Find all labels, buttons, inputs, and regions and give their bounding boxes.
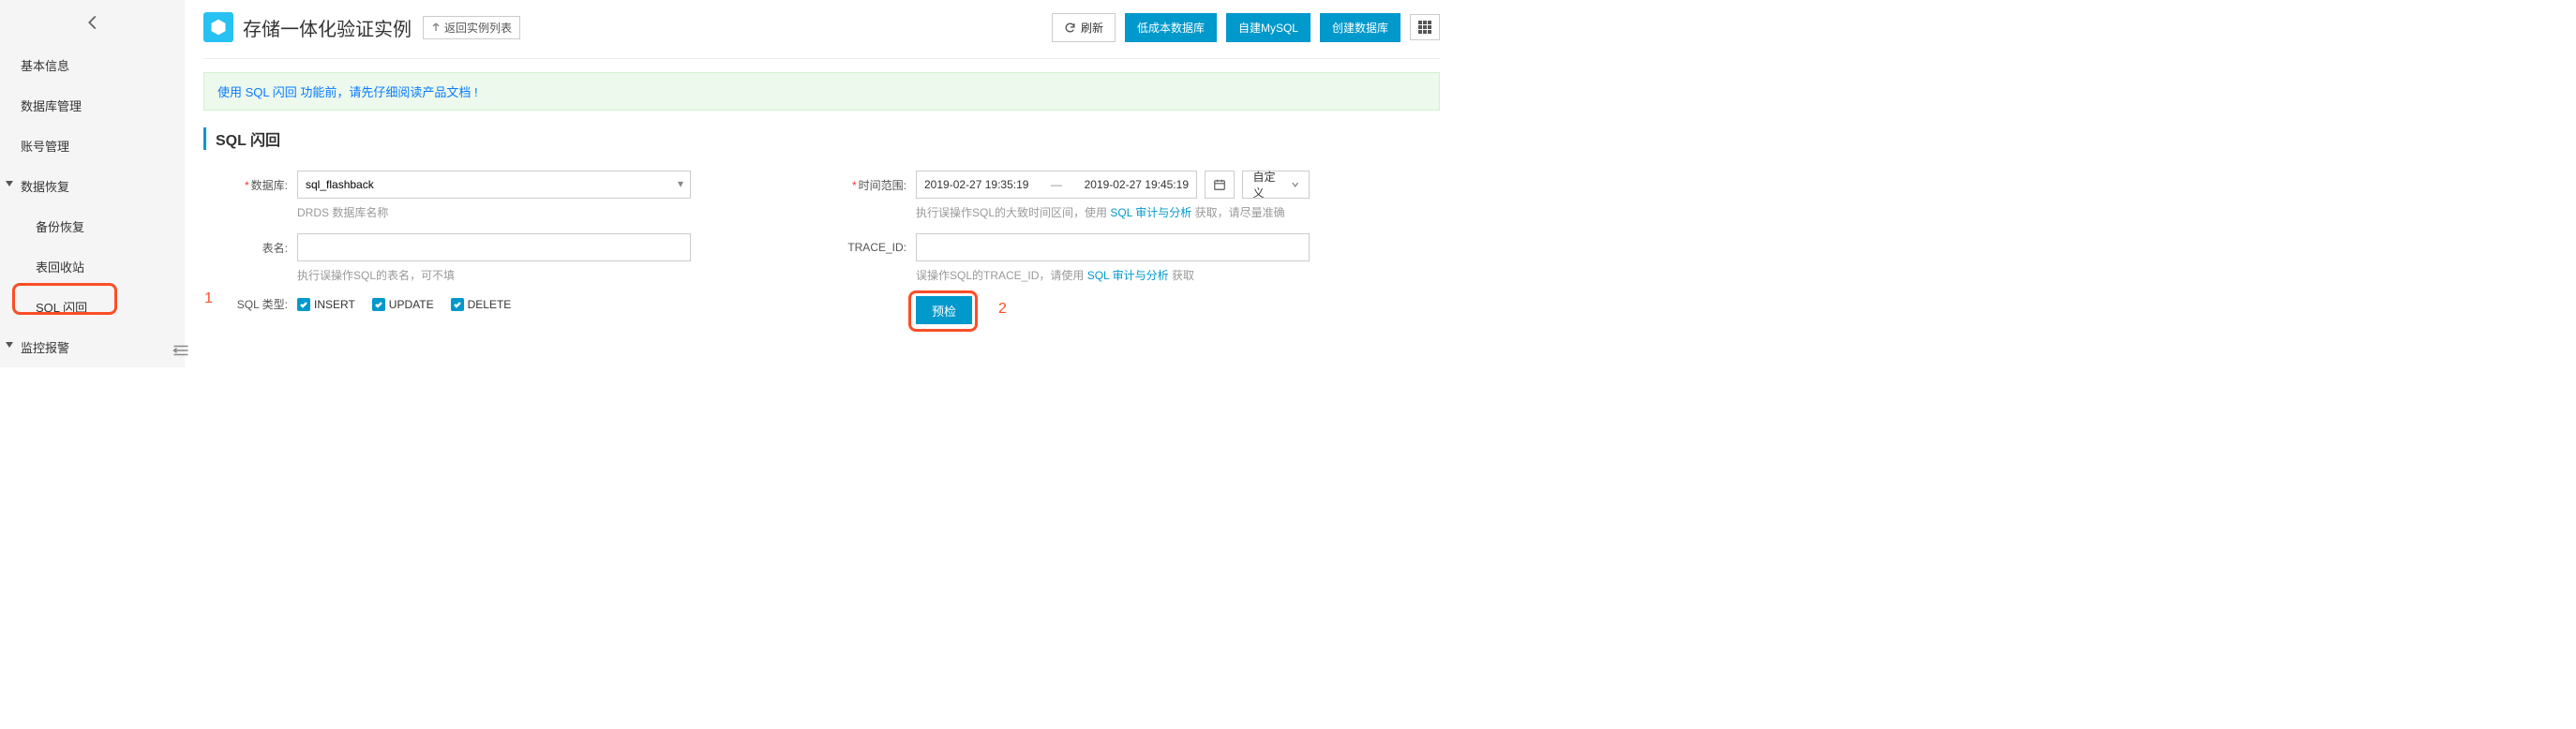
sql-type-delete-checkbox[interactable]: DELETE <box>451 298 512 311</box>
header-divider <box>203 58 1440 59</box>
trace-id-label: TRACE_ID: <box>822 241 916 254</box>
page-header: 存储一体化验证实例 返回实例列表 刷新 低成本数据库 自建MySQL 创建数据库 <box>203 4 1440 51</box>
sql-type-label: SQL 类型: <box>203 296 297 312</box>
grid-view-button[interactable] <box>1410 14 1440 40</box>
time-to: 2019-02-27 19:45:19 <box>1085 178 1189 191</box>
sidebar-item-account-manage[interactable]: 账号管理 <box>0 126 185 166</box>
info-notice: 使用 SQL 闪回 功能前，请先仔细阅读产品文档 ! <box>203 72 1440 111</box>
product-logo <box>203 12 233 42</box>
calendar-button[interactable] <box>1205 171 1235 199</box>
time-range-hint: 执行误操作SQL的大致时间区间，使用 SQL 审计与分析 获取，请尽量准确 <box>916 204 1310 220</box>
sidebar-group-monitor[interactable]: 监控报警 <box>0 327 185 367</box>
section-title: SQL 闪回 <box>203 127 1440 150</box>
chevron-down-icon <box>1291 180 1299 189</box>
sidebar-group-label: 监控报警 <box>21 341 69 355</box>
self-mysql-button[interactable]: 自建MySQL <box>1226 13 1310 42</box>
sidebar: 基本信息 数据库管理 账号管理 数据恢复 备份恢复 表回收站 SQL 闪回 1 … <box>0 0 185 367</box>
back-to-list-button[interactable]: 返回实例列表 <box>423 16 520 39</box>
sidebar-item-label: 备份恢复 <box>36 220 84 234</box>
refresh-icon <box>1064 22 1076 34</box>
lowcost-db-button[interactable]: 低成本数据库 <box>1125 13 1217 42</box>
precheck-button[interactable]: 预检 <box>916 296 972 324</box>
sql-audit-link-1[interactable]: SQL 审计与分析 <box>1110 206 1191 219</box>
sidebar-item-basic-info[interactable]: 基本信息 <box>0 45 185 85</box>
sidebar-item-label: 数据库管理 <box>21 99 82 113</box>
sidebar-item-table-recycle[interactable]: 表回收站 <box>0 246 185 287</box>
annotation-number-1: 1 <box>204 290 213 307</box>
sidebar-collapse-handle[interactable] <box>172 344 189 360</box>
cube-icon <box>209 18 228 37</box>
time-range-label: *时间范围: <box>822 177 916 193</box>
grid-icon <box>1418 21 1431 34</box>
sidebar-item-label: 基本信息 <box>21 59 69 73</box>
sidebar-item-sql-flashback[interactable]: SQL 闪回 1 <box>0 287 185 327</box>
trace-id-hint: 误操作SQL的TRACE_ID，请使用 SQL 审计与分析 获取 <box>916 267 1310 283</box>
sidebar-item-label: 账号管理 <box>21 140 69 154</box>
table-label: 表名: <box>203 240 297 256</box>
time-from: 2019-02-27 19:35:19 <box>924 178 1028 191</box>
time-dash: — <box>1051 178 1062 191</box>
sidebar-item-label: SQL 闪回 <box>36 301 87 315</box>
table-hint: 执行误操作SQL的表名，可不填 <box>297 267 691 283</box>
sql-type-insert-checkbox[interactable]: INSERT <box>297 298 355 311</box>
database-select[interactable]: sql_flashback <box>297 171 691 199</box>
trace-id-input[interactable] <box>916 233 1310 261</box>
refresh-button[interactable]: 刷新 <box>1052 13 1116 42</box>
sidebar-group-label: 数据恢复 <box>21 180 69 194</box>
page-title: 存储一体化验证实例 <box>243 14 412 41</box>
sidebar-item-label: 表回收站 <box>36 260 84 275</box>
back-button[interactable] <box>0 0 185 45</box>
database-hint: DRDS 数据库名称 <box>297 204 691 220</box>
back-to-list-label: 返回实例列表 <box>444 20 512 36</box>
sidebar-group-data-recover[interactable]: 数据恢复 <box>0 166 185 206</box>
chevron-left-icon <box>84 14 101 31</box>
refresh-label: 刷新 <box>1081 20 1103 36</box>
time-preset-select[interactable]: 自定义 <box>1242 171 1310 199</box>
caret-down-icon <box>6 181 13 186</box>
time-range-input[interactable]: 2019-02-27 19:35:19 — 2019-02-27 19:45:1… <box>916 171 1197 199</box>
database-label: *数据库: <box>203 177 297 193</box>
caret-down-icon <box>6 342 13 348</box>
sidebar-item-backup-restore[interactable]: 备份恢复 <box>0 206 185 246</box>
notice-text: 使用 SQL 闪回 功能前，请先仔细阅读产品文档 ! <box>217 85 478 99</box>
collapse-icon <box>172 344 189 357</box>
up-arrow-icon <box>431 22 441 32</box>
annotation-number-2: 2 <box>998 301 1007 318</box>
sidebar-item-db-manage[interactable]: 数据库管理 <box>0 85 185 126</box>
calendar-icon <box>1213 178 1226 191</box>
table-input[interactable] <box>297 233 691 261</box>
sql-type-update-checkbox[interactable]: UPDATE <box>372 298 434 311</box>
sql-audit-link-2[interactable]: SQL 审计与分析 <box>1087 269 1169 282</box>
create-db-button[interactable]: 创建数据库 <box>1320 13 1400 42</box>
